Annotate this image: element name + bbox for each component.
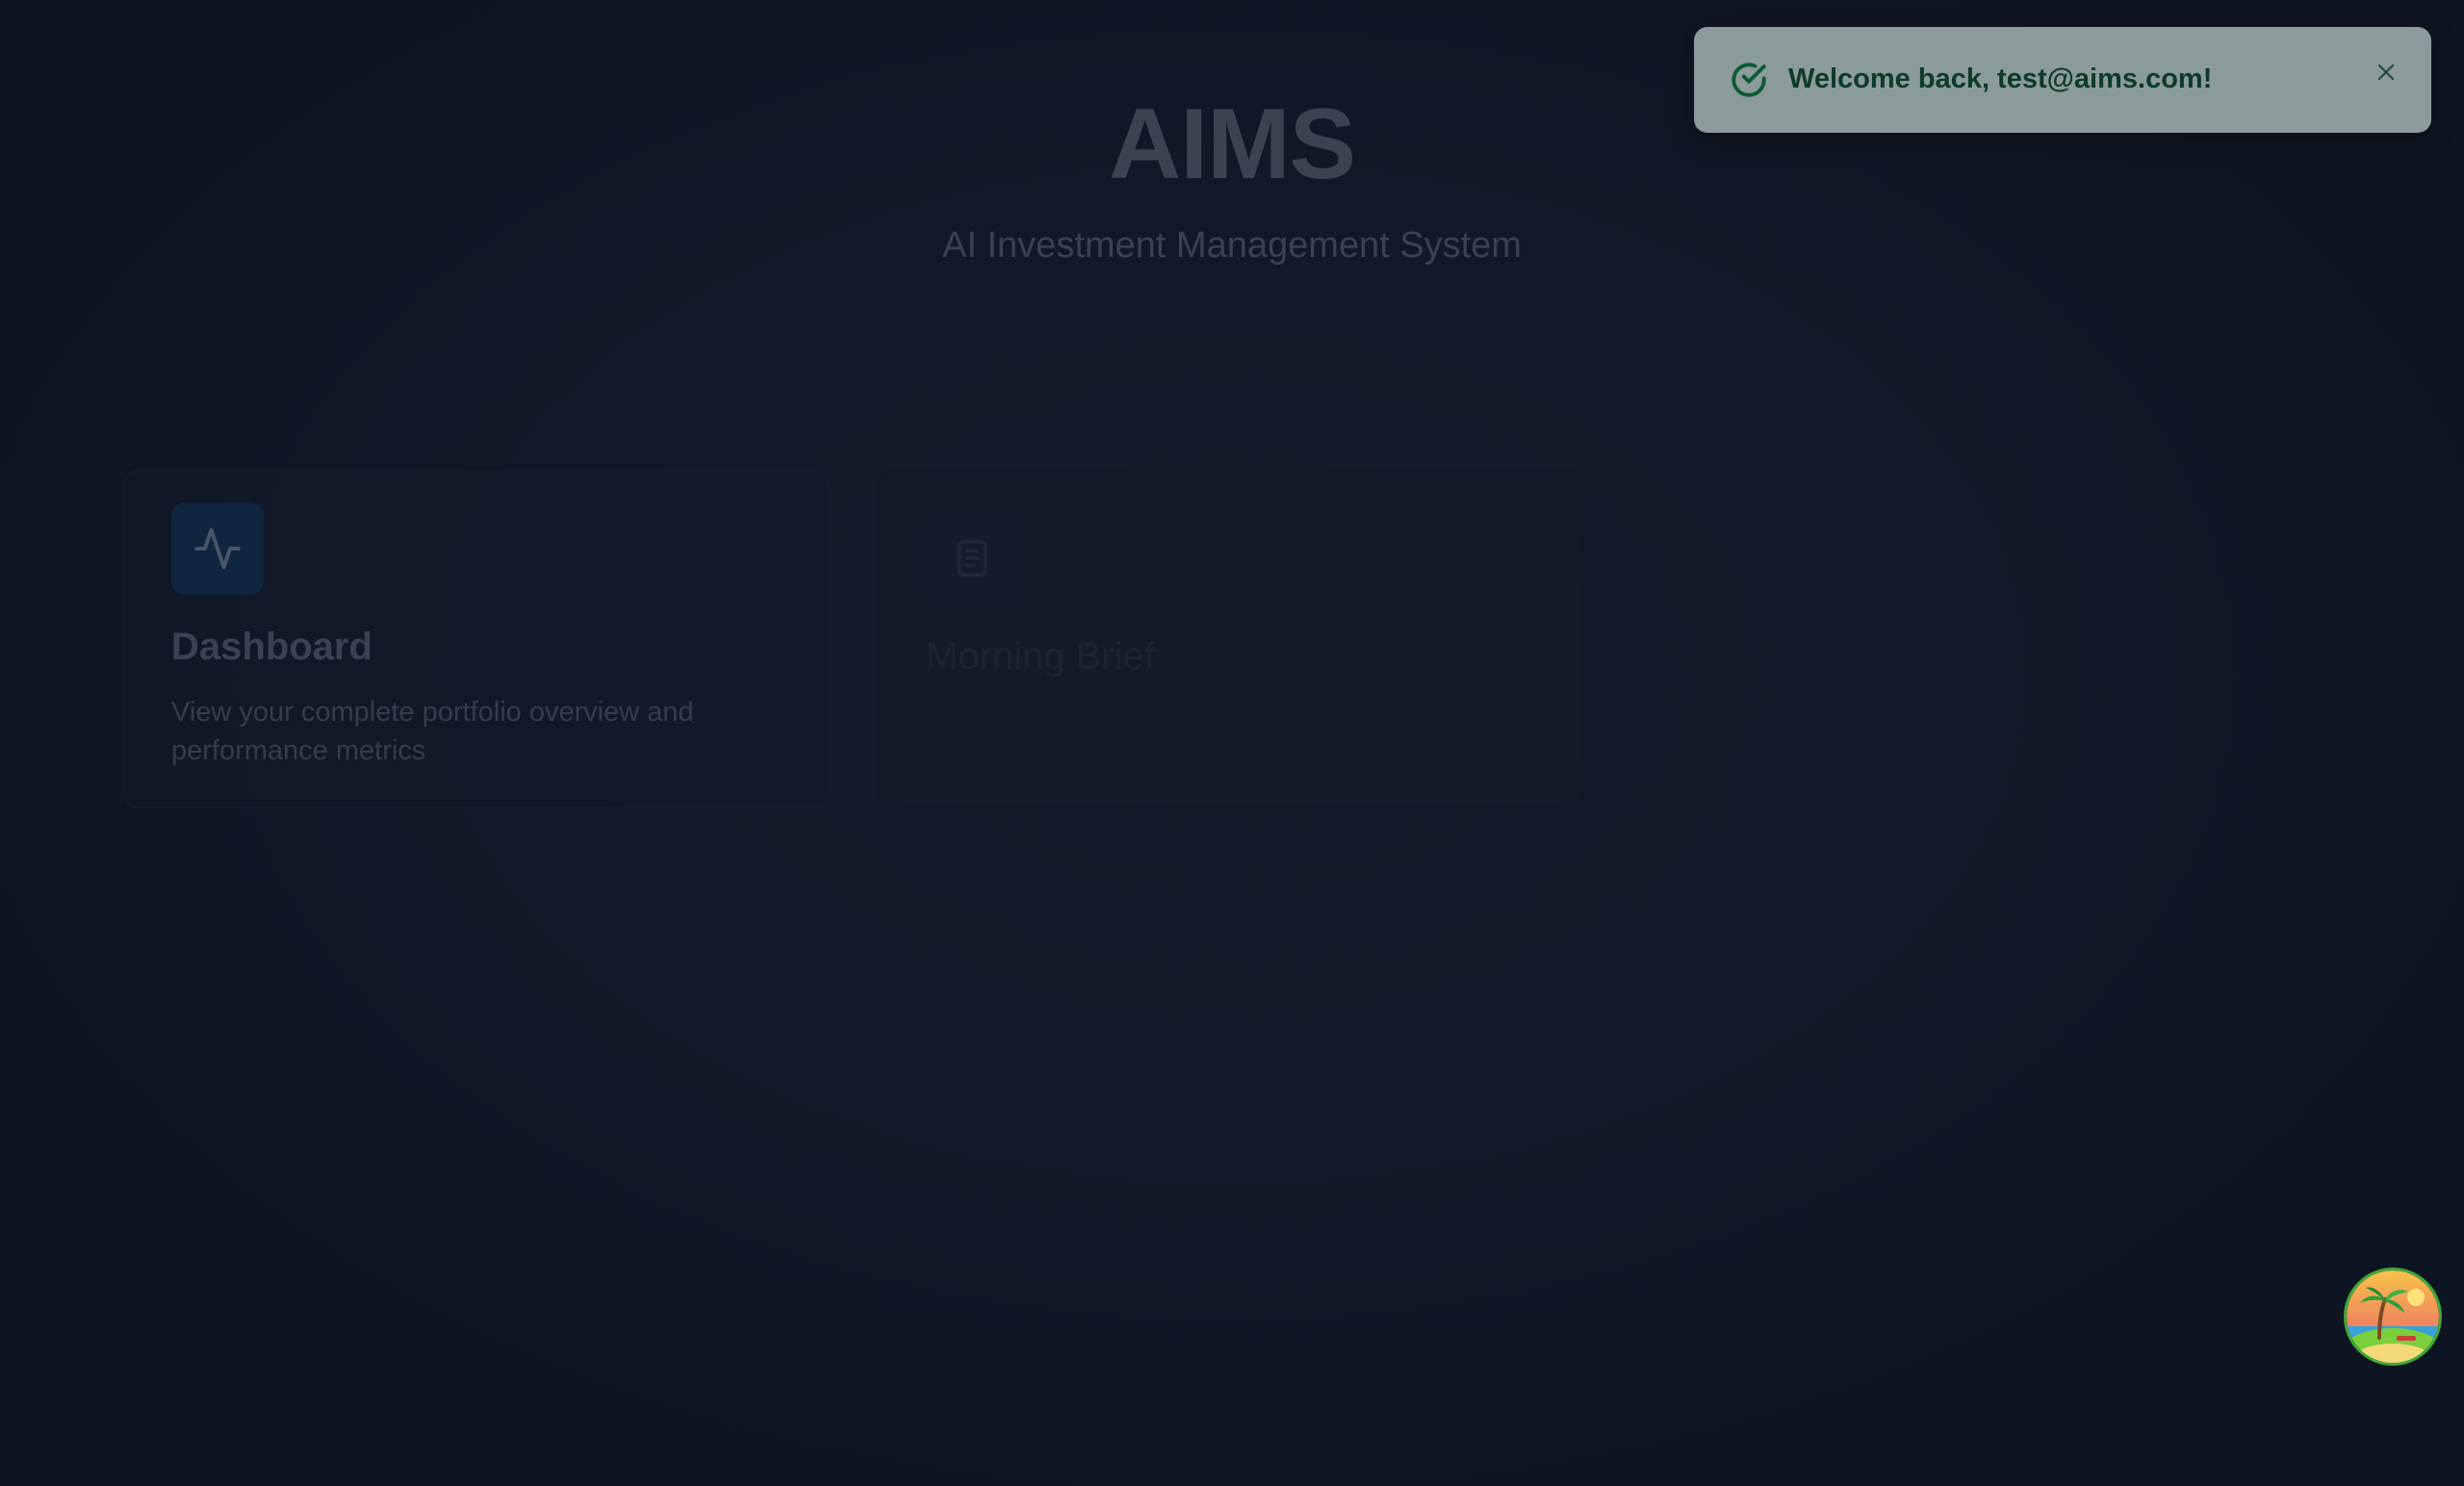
morning-brief-card[interactable]: Morning Brief — [878, 470, 1584, 808]
card-title: Dashboard — [171, 626, 372, 668]
card-title: Morning Brief — [926, 635, 1155, 678]
dashboard-card[interactable]: Dashboard View your complete portfolio o… — [123, 470, 830, 808]
card-description: View your complete portfolio overview an… — [171, 697, 694, 766]
toast-message: Welcome back, test@aims.com! — [1788, 64, 2213, 94]
close-icon[interactable] — [2370, 56, 2402, 89]
app-subtitle: AI Investment Management System — [942, 225, 1522, 266]
check-circle-icon — [1729, 60, 1769, 100]
page: AIMS AI Investment Management System Das… — [0, 0, 2464, 1486]
document-icon — [926, 512, 1018, 604]
beach-avatar-icon[interactable] — [2347, 1270, 2439, 1363]
activity-icon — [171, 502, 264, 595]
welcome-toast: Welcome back, test@aims.com! — [1694, 27, 2431, 133]
